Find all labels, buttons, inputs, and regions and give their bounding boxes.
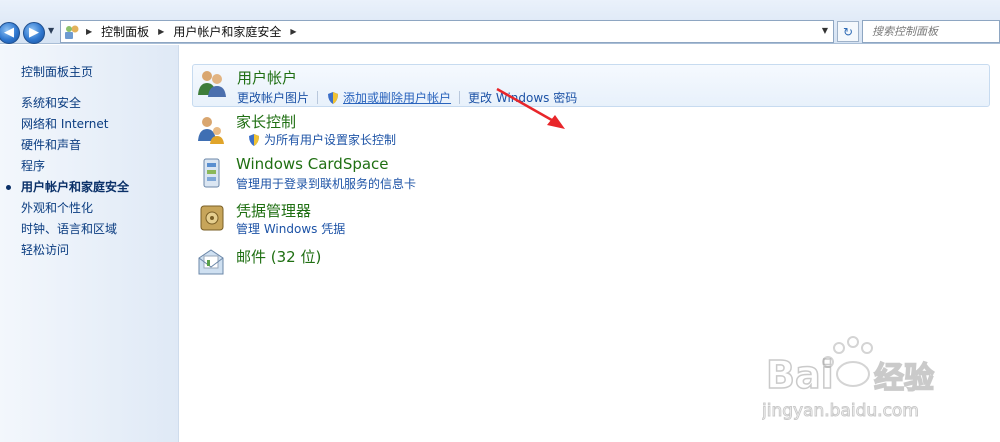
category-links-credential-manager: 管理 Windows 凭据 — [236, 220, 345, 237]
refresh-icon: ↻ — [842, 24, 854, 39]
manage-info-cards-link[interactable]: 管理用于登录到联机服务的信息卡 — [236, 175, 416, 192]
sidebar-item-ease-of-access[interactable]: 轻松访问 — [21, 240, 129, 261]
sidebar-item-network[interactable]: 网络和 Internet — [21, 114, 129, 135]
category-mail: 邮件 (32 位) — [192, 244, 990, 280]
category-title-credential-manager[interactable]: 凭据管理器 — [236, 200, 311, 221]
sidebar-home-link[interactable]: 控制面板主页 — [21, 63, 93, 80]
sidebar-item-user-accounts[interactable]: 用户帐户和家庭安全 — [5, 177, 129, 198]
uac-shield-icon — [328, 91, 339, 104]
chevron-right-icon[interactable]: ▶ — [158, 27, 164, 36]
address-toolbar: ◀ ▶ ▼ ▶ 控制面板 ▶ 用户帐户和家庭安全 ▶ ▼ ↻ — [0, 0, 1000, 44]
breadcrumb-control-panel[interactable]: 控制面板 — [101, 23, 149, 40]
category-user-accounts: 用户帐户 更改帐户图片 添加或删除用户帐户 更改 Windows 密码 — [192, 64, 990, 107]
chevron-right-icon[interactable]: ▶ — [86, 27, 92, 36]
category-parental-controls: 家长控制 为所有用户设置家长控制 — [192, 111, 990, 151]
sidebar-item-system-security[interactable]: 系统和安全 — [21, 93, 129, 114]
category-title-cardspace[interactable]: Windows CardSpace — [236, 155, 389, 173]
svg-text:Bai: Bai — [766, 353, 834, 397]
set-parental-controls-link[interactable]: 为所有用户设置家长控制 — [264, 131, 396, 148]
category-links-parental-controls: 为所有用户设置家长控制 — [247, 131, 396, 148]
baidu-paw-logo: Bai 经验 jingyan.baidu.com — [761, 336, 935, 422]
add-remove-user-accounts-link[interactable]: 添加或删除用户帐户 — [343, 89, 451, 106]
address-history-dropdown[interactable]: ▼ — [822, 26, 828, 35]
manage-windows-credentials-link[interactable]: 管理 Windows 凭据 — [236, 220, 345, 237]
sidebar-item-programs[interactable]: 程序 — [21, 156, 129, 177]
search-input[interactable] — [863, 21, 999, 42]
sidebar-item-clock-language[interactable]: 时钟、语言和区域 — [21, 219, 129, 240]
credential-vault-icon[interactable] — [195, 202, 227, 234]
change-account-picture-link[interactable]: 更改帐户图片 — [237, 89, 309, 106]
link-divider — [317, 91, 319, 104]
sidebar: 控制面板主页 系统和安全 网络和 Internet 硬件和声音 程序 用户帐户和… — [0, 45, 179, 442]
svg-text:jingyan.baidu.com: jingyan.baidu.com — [762, 401, 919, 421]
users-icon[interactable] — [196, 67, 228, 99]
parental-control-icon[interactable] — [195, 113, 227, 145]
baidu-watermark: Bai 经验 jingyan.baidu.com — [761, 330, 992, 425]
back-button[interactable]: ◀ — [0, 22, 20, 44]
mail-icon[interactable] — [195, 246, 227, 278]
sidebar-category-list: 系统和安全 网络和 Internet 硬件和声音 程序 用户帐户和家庭安全 外观… — [5, 93, 129, 261]
uac-shield-icon — [249, 133, 259, 146]
refresh-button[interactable]: ↻ — [837, 21, 859, 42]
arrow-left-icon: ◀ — [4, 25, 14, 40]
cardspace-icon[interactable] — [195, 157, 227, 189]
address-bar[interactable]: ▶ 控制面板 ▶ 用户帐户和家庭安全 ▶ ▼ — [60, 20, 834, 43]
breadcrumb-user-accounts[interactable]: 用户帐户和家庭安全 — [173, 23, 281, 40]
category-cardspace: Windows CardSpace 管理用于登录到联机服务的信息卡 — [192, 155, 990, 195]
link-divider — [459, 91, 461, 104]
forward-button[interactable]: ▶ — [23, 22, 45, 44]
annotation-arrow — [496, 87, 565, 129]
arrow-right-icon: ▶ — [29, 25, 39, 40]
search-box[interactable] — [862, 20, 1000, 43]
category-title-user-accounts[interactable]: 用户帐户 — [237, 67, 297, 88]
control-panel-icon — [61, 21, 83, 42]
category-title-mail[interactable]: 邮件 (32 位) — [236, 246, 321, 267]
category-links-cardspace: 管理用于登录到联机服务的信息卡 — [236, 175, 416, 192]
chevron-right-icon[interactable]: ▶ — [290, 27, 296, 36]
sidebar-item-hardware-sound[interactable]: 硬件和声音 — [21, 135, 129, 156]
svg-text:经验: 经验 — [874, 361, 934, 396]
sidebar-item-appearance[interactable]: 外观和个性化 — [21, 198, 129, 219]
recent-pages-dropdown[interactable]: ▼ — [48, 26, 54, 35]
category-title-parental-controls[interactable]: 家长控制 — [236, 111, 296, 132]
category-credential-manager: 凭据管理器 管理 Windows 凭据 — [192, 200, 990, 240]
